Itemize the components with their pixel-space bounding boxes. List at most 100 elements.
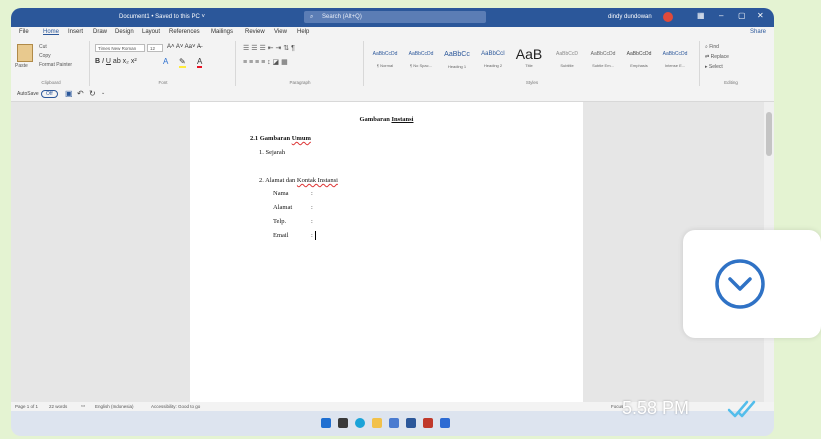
taskview-icon[interactable] [338, 418, 348, 428]
field-sep: : [311, 232, 313, 239]
close-icon[interactable]: ✕ [757, 11, 764, 20]
paste-icon[interactable] [17, 44, 33, 62]
format-buttons[interactable]: B I U ab x₂ x² [95, 58, 137, 65]
minimize-icon[interactable]: – [719, 11, 723, 20]
search-placeholder: Search (Alt+Q) [322, 14, 362, 20]
text-cursor [315, 231, 316, 240]
align-icons[interactable]: ≡ ≡ ≡ ≡ ↕ ◪ ▦ [243, 58, 288, 66]
word-count[interactable]: 22 words [49, 404, 67, 409]
tab-file[interactable]: File [19, 29, 29, 35]
grow-font-icon[interactable]: A˄ A˅ Aa˅ A̶ [167, 44, 201, 50]
message-timestamp: 5.58 PM [622, 398, 690, 418]
text-effects-icon[interactable]: A [163, 57, 168, 66]
tab-home[interactable]: Home [43, 29, 59, 35]
styles-group: AaBbCcDd ¶ Normal AaBbCcDd ¶ No Spac... Aa… [365, 41, 700, 86]
tab-draw[interactable]: Draw [93, 29, 107, 35]
tab-help[interactable]: Help [297, 29, 309, 35]
language[interactable]: English (Indonesia) [95, 404, 134, 409]
editing-group: ⌕ Find ⇄ Replace ▸ Select Editing [701, 41, 761, 86]
format-painter-button[interactable]: Format Painter [39, 62, 72, 68]
edge-icon[interactable] [355, 418, 365, 428]
style-no-spacing[interactable]: AaBbCcDd ¶ No Spac... [403, 51, 439, 73]
style-intense-emphasis[interactable]: AaBbCcDd Intense E... [657, 51, 693, 73]
select-button[interactable]: ▸ Select [705, 64, 723, 70]
copy-button[interactable]: Copy [39, 53, 51, 59]
style-subtle-emphasis[interactable]: AaBbCcDd Subtle Em... [585, 51, 621, 73]
field-label: Email [273, 232, 289, 239]
styles-label: Styles [525, 80, 539, 85]
replace-button[interactable]: ⇄ Replace [705, 54, 729, 60]
list-item: 2. Alamat dan Kontak Instansi [259, 177, 338, 184]
app-icon[interactable] [440, 418, 450, 428]
font-group: Times New Roman 12 A˄ A˅ Aa˅ A̶ B I U ab… [91, 41, 236, 86]
list-icons[interactable]: ☰ ☰ ☰ ⇤ ⇥ ⇅ ¶ [243, 44, 295, 52]
paragraph-group: ☰ ☰ ☰ ⇤ ⇥ ⇅ ¶ ≡ ≡ ≡ ≡ ↕ ◪ ▦ Paragraph [237, 41, 364, 86]
field-sep: : [311, 204, 313, 211]
word-taskbar-icon[interactable] [406, 418, 416, 428]
search-icon: ⌕ [310, 14, 314, 20]
screenshot: Document1 • Saved to this PC ˅ ⌕ Search … [11, 8, 774, 436]
page-title: Gambaran Instansi [359, 116, 414, 123]
field-sep: : [311, 218, 313, 225]
undo-icon[interactable]: ↶ [77, 89, 84, 98]
style-title[interactable]: AaB Title [511, 46, 547, 68]
paste-button[interactable]: Paste [15, 63, 28, 69]
font-color-icon[interactable]: A [197, 57, 203, 68]
paragraph-label: Paragraph [289, 80, 311, 85]
ribbon: Paste Cut Copy Format Painter Clipboard … [11, 39, 774, 89]
style-normal[interactable]: AaBbCcDd ¶ Normal [367, 51, 403, 73]
font-size-select[interactable]: 12 [147, 44, 163, 52]
window-title: Document1 • Saved to this PC ˅ [119, 14, 205, 20]
section-heading: 2.1 Gambaran Umum [250, 135, 311, 142]
ribbon-tabs: File Home Insert Draw Design Layout Refe… [11, 27, 774, 39]
style-heading-1[interactable]: AaBbCc Heading 1 [439, 51, 475, 73]
clipboard-label: Clipboard [41, 80, 61, 85]
editing-label: Editing [724, 80, 738, 85]
document-page[interactable]: Gambaran Instansi 2.1 Gambaran Umum 1. S… [190, 102, 583, 408]
clipboard-group: Paste Cut Copy Format Painter Clipboard [13, 41, 90, 86]
redo-icon[interactable]: ↻ [89, 89, 96, 98]
maximize-icon[interactable]: ▢ [738, 11, 746, 20]
store-icon[interactable] [389, 418, 399, 428]
search-box[interactable]: ⌕ Search (Alt+Q) [304, 11, 486, 23]
read-ticks-icon [727, 400, 756, 418]
quick-access-toolbar: AutoSave Off ▣ ↶ ↻ ⌄ [11, 88, 774, 102]
tab-view[interactable]: View [274, 29, 287, 35]
tab-mailings[interactable]: Mailings [211, 29, 233, 35]
field-label: Nama [273, 190, 289, 197]
autosave-label: AutoSave [17, 91, 39, 97]
find-button[interactable]: ⌕ Find [705, 44, 719, 50]
start-icon[interactable] [321, 418, 331, 428]
style-heading-2[interactable]: AaBbCcI Heading 2 [475, 51, 511, 73]
tab-references[interactable]: References [169, 29, 200, 35]
document-area: Gambaran Instansi 2.1 Gambaran Umum 1. S… [11, 102, 774, 408]
highlight-icon[interactable]: ✎ [179, 57, 186, 68]
tab-review[interactable]: Review [245, 29, 265, 35]
tab-layout[interactable]: Layout [142, 29, 160, 35]
style-subtitle[interactable]: AaBbCcD Subtitle [549, 51, 585, 73]
font-label: Font [158, 80, 168, 85]
share-button[interactable]: Share [750, 29, 766, 35]
page-count[interactable]: Page 1 of 1 [15, 404, 38, 409]
field-label: Alamat [273, 204, 293, 211]
tab-insert[interactable]: Insert [68, 29, 83, 35]
avatar[interactable] [663, 12, 673, 22]
scrollbar-thumb[interactable] [766, 112, 772, 156]
proofing-icon[interactable]: ▭ [81, 403, 85, 409]
font-name-select[interactable]: Times New Roman [95, 44, 145, 52]
list-item: 1. Sejarah [259, 149, 285, 156]
style-emphasis[interactable]: AaBbCcDd Emphasis [621, 51, 657, 73]
file-explorer-icon[interactable] [372, 418, 382, 428]
title-bar: Document1 • Saved to this PC ˅ ⌕ Search … [11, 8, 774, 27]
user-name[interactable]: dindy dundowan [608, 14, 652, 20]
save-icon[interactable]: ▣ [65, 89, 73, 98]
accessibility-status[interactable]: Accessibility: Good to go [151, 404, 200, 409]
autosave-toggle[interactable]: Off [41, 90, 58, 98]
ribbon-display-icon[interactable]: ▦ [697, 11, 705, 20]
customize-qat-icon[interactable]: ⌄ [101, 90, 105, 96]
cut-button[interactable]: Cut [39, 44, 47, 50]
tab-design[interactable]: Design [115, 29, 134, 35]
chevron-down-icon[interactable] [713, 257, 767, 311]
field-label: Telp. [273, 218, 287, 225]
app-icon[interactable] [423, 418, 433, 428]
